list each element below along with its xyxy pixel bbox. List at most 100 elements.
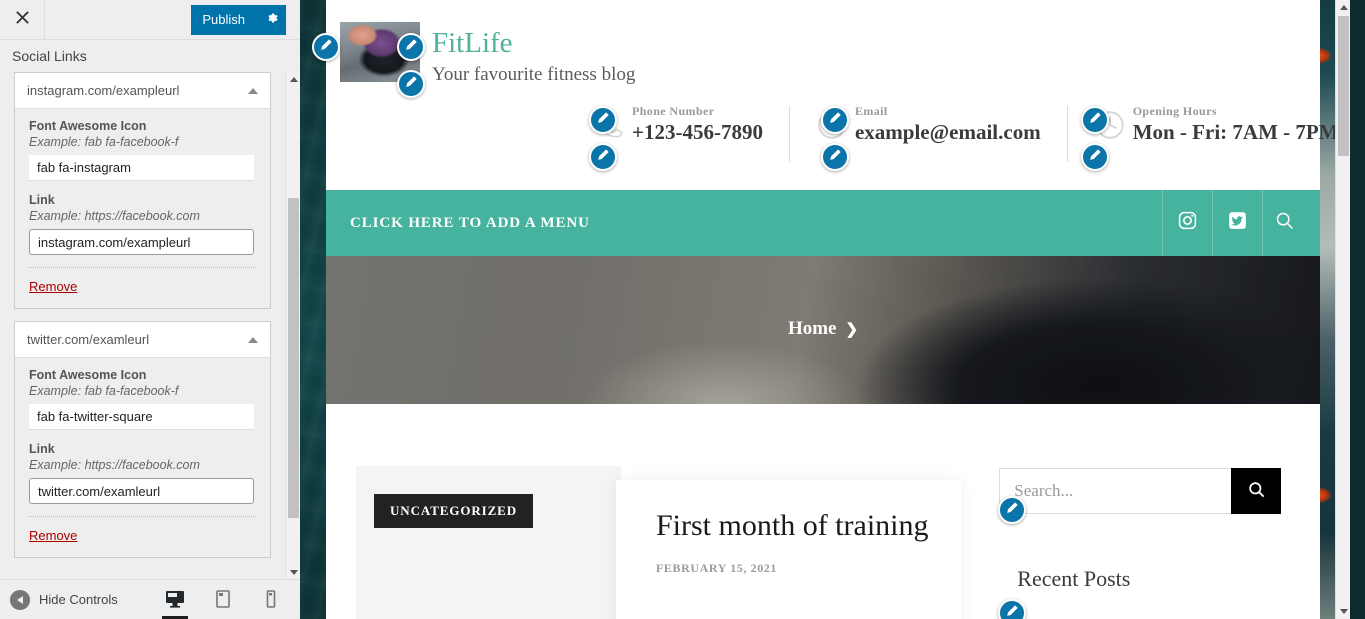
contact-hours-label: Opening Hours	[1132, 104, 1217, 118]
edit-pin-phone-value[interactable]	[589, 143, 617, 171]
search-icon	[1247, 480, 1266, 502]
preview-scroll-down-button[interactable]	[1336, 604, 1350, 619]
contact-hours-text: Opening Hours Mon - Fri: 7AM - 7PM	[1133, 104, 1339, 145]
edit-pin-email-value[interactable]	[821, 143, 849, 171]
link-url-input[interactable]	[29, 478, 254, 504]
recent-posts-title: Recent Posts	[1017, 566, 1131, 591]
pencil-icon	[828, 111, 842, 130]
pencil-icon	[1088, 111, 1102, 130]
breadcrumb-home-link[interactable]: Home	[788, 318, 837, 340]
preview-scrollbar-thumb[interactable]	[1338, 16, 1349, 156]
icon-class-input[interactable]	[29, 155, 254, 181]
mobile-icon	[261, 590, 281, 613]
hide-controls-button[interactable]: Hide Controls	[0, 589, 118, 610]
field-divider	[29, 516, 256, 517]
sidebar-widgets: Recent Posts	[971, 466, 1290, 619]
edit-pin-hours-value[interactable]	[1081, 143, 1109, 171]
edit-pin-site-title[interactable]	[397, 33, 425, 61]
triangle-up-icon	[289, 77, 298, 82]
edit-pin-email-label[interactable]	[821, 106, 849, 134]
nav-twitter-button[interactable]	[1212, 190, 1262, 256]
icon-class-input[interactable]	[29, 404, 254, 430]
site-preview: FitLife Your favourite fitness blog Phon…	[300, 0, 1350, 619]
preview-scrollbar[interactable]	[1335, 0, 1350, 619]
icon-field-label: Font Awesome Icon	[29, 119, 147, 133]
link-url-input[interactable]	[29, 229, 254, 255]
close-icon	[15, 10, 30, 30]
sidebar-scrollbar-thumb[interactable]	[288, 198, 299, 518]
publish-settings-button[interactable]	[256, 4, 286, 35]
site-title[interactable]: FitLife	[432, 28, 635, 59]
gear-icon	[265, 11, 279, 28]
contact-hours-value: Mon - Fri: 7AM - 7PM	[1132, 120, 1339, 144]
edit-pin-search-widget[interactable]	[998, 496, 1026, 524]
page-content: UNCATEGORIZED First month of training FE…	[326, 404, 1320, 619]
scroll-down-button[interactable]	[286, 565, 300, 580]
site-container: FitLife Your favourite fitness blog Phon…	[326, 0, 1339, 619]
pencil-icon	[404, 38, 418, 57]
edit-pin-hours-label[interactable]	[1081, 106, 1109, 134]
pencil-icon	[1005, 501, 1019, 520]
nav-instagram-button[interactable]	[1162, 190, 1212, 256]
tablet-icon	[213, 590, 233, 613]
post-card: First month of training FEBRUARY 15, 202…	[616, 480, 961, 619]
customizer-topbar: Publish	[0, 0, 300, 40]
link-field-label: Link	[29, 193, 55, 207]
preview-scroll-up-button[interactable]	[1336, 0, 1350, 15]
publish-button[interactable]: Publish	[191, 4, 256, 35]
contact-phone-text: Phone Number +123-456-7890	[632, 104, 763, 145]
social-link-header[interactable]: twitter.com/examleurl	[15, 322, 270, 358]
chevron-up-icon	[248, 87, 258, 94]
header-contact-info: Phone Number +123-456-7890 Email example…	[566, 104, 1350, 162]
contact-hours: Opening Hours Mon - Fri: 7AM - 7PM	[1066, 104, 1350, 162]
edit-pin-phone-label[interactable]	[589, 106, 617, 134]
customizer-footer: Hide Controls	[0, 579, 300, 619]
site-brand-text: FitLife Your favourite fitness blog	[420, 22, 635, 86]
link-field-hint: Example: https://facebook.com	[29, 209, 200, 223]
sidebar-scrollbar[interactable]	[285, 72, 300, 580]
desktop-icon	[165, 590, 185, 613]
social-link-item: twitter.com/examleurl Font Awesome Icon …	[14, 321, 271, 558]
scroll-up-button[interactable]	[286, 72, 300, 87]
nav-search-button[interactable]	[1262, 190, 1320, 256]
icon-field-hint: Example: fab fa-facebook-f	[29, 135, 179, 149]
close-customizer-button[interactable]	[0, 0, 45, 39]
contact-phone-label: Phone Number	[632, 104, 715, 118]
add-menu-cta[interactable]: CLICK HERE TO ADD A MENU	[350, 215, 590, 232]
device-mobile-button[interactable]	[256, 580, 286, 619]
search-icon	[1274, 210, 1295, 236]
twitter-icon	[1227, 210, 1248, 236]
post-list: UNCATEGORIZED First month of training FE…	[356, 466, 971, 619]
chevron-up-icon	[248, 336, 258, 343]
social-link-body: Font Awesome Icon Example: fab fa-facebo…	[15, 109, 270, 308]
nav-social-icons	[1162, 190, 1320, 256]
social-link-header[interactable]: instagram.com/exampleurl	[15, 73, 270, 109]
triangle-down-icon	[1339, 609, 1348, 614]
search-input[interactable]	[999, 468, 1232, 514]
triangle-down-icon	[289, 570, 298, 575]
edit-pin-tagline[interactable]	[397, 70, 425, 98]
publish-group: Publish	[191, 4, 286, 35]
pencil-icon	[404, 75, 418, 94]
edit-pin-recent-posts-widget[interactable]	[998, 599, 1026, 619]
hero-banner: Home ❯	[326, 256, 1320, 404]
search-submit-button[interactable]	[1231, 468, 1282, 514]
edit-pin-header-image[interactable]	[312, 33, 340, 61]
chevron-right-icon: ❯	[845, 321, 859, 338]
site-branding: FitLife Your favourite fitness blog	[326, 22, 1320, 86]
post-category-block: UNCATEGORIZED	[356, 466, 621, 619]
customizer-panel: Social Links instagram.com/exampleurl Fo…	[0, 40, 300, 580]
category-badge[interactable]: UNCATEGORIZED	[374, 494, 534, 528]
collapse-icon	[10, 589, 30, 610]
device-tablet-button[interactable]	[208, 580, 238, 619]
social-link-item: instagram.com/exampleurl Font Awesome Ic…	[14, 72, 271, 309]
pencil-icon	[1005, 604, 1019, 619]
pencil-icon	[1088, 148, 1102, 167]
post-title[interactable]: First month of training	[656, 508, 935, 545]
remove-social-link[interactable]: Remove	[29, 279, 77, 294]
device-desktop-button[interactable]	[160, 580, 190, 619]
social-link-header-label: twitter.com/examleurl	[27, 332, 150, 347]
social-link-body: Font Awesome Icon Example: fab fa-facebo…	[15, 358, 270, 557]
remove-social-link[interactable]: Remove	[29, 528, 77, 543]
icon-field-hint: Example: fab fa-facebook-f	[29, 384, 179, 398]
